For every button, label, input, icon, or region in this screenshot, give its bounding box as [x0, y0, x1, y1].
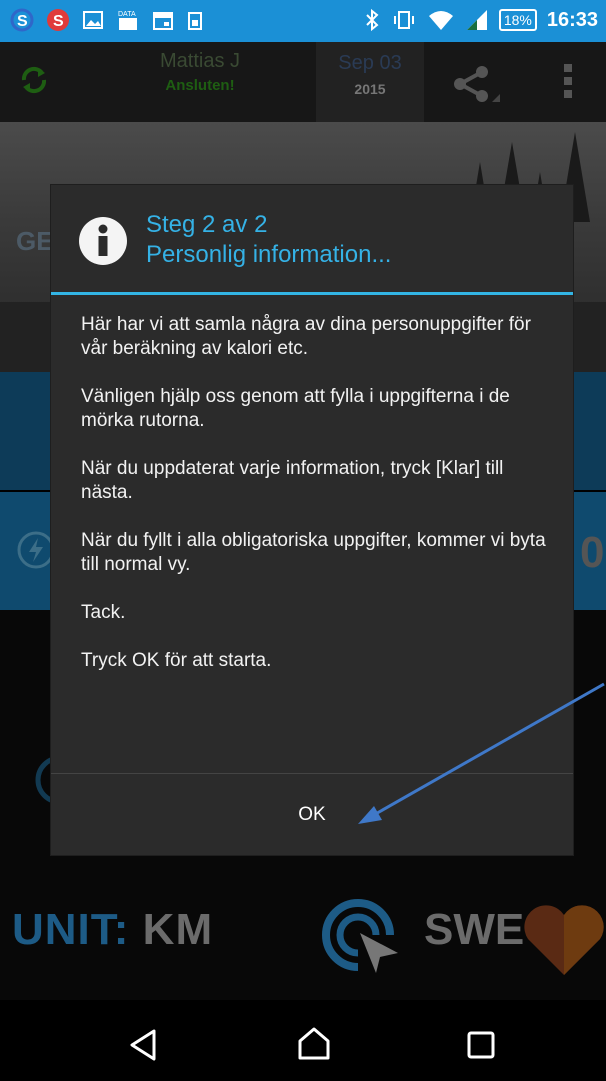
svg-text:S: S — [17, 13, 28, 30]
battery-indicator: 18% — [498, 9, 537, 31]
status-time: 16:33 — [546, 8, 598, 31]
app-s-red-icon: S — [47, 9, 69, 31]
navigation-bar — [0, 1000, 606, 1081]
background-partial-digit: 0 — [580, 528, 605, 577]
dialog-paragraph: När du uppdaterat varje information, try… — [81, 458, 504, 503]
sim-icon — [188, 12, 202, 30]
dialog-paragraph: När du fyllt i alla obligatoriska uppgif… — [81, 530, 546, 575]
status-icons: 18% 16:33 — [363, 8, 598, 32]
bluetooth-icon — [366, 8, 379, 32]
date-year: 2015 — [354, 81, 386, 97]
connection-status: Ansluten! — [165, 77, 235, 94]
unit-value: KM — [142, 905, 214, 954]
back-icon[interactable] — [128, 1028, 158, 1062]
share-icon[interactable] — [452, 64, 502, 104]
dialog-step: Steg 2 av 2 — [146, 211, 268, 238]
date-month-day: Sep 03 — [338, 52, 402, 74]
dialog-paragraph: Här har vi att samla några av dina perso… — [81, 314, 531, 359]
signal-icon — [466, 10, 487, 30]
overflow-menu-icon[interactable] — [562, 62, 574, 102]
onboarding-dialog: Steg 2 av 2 Personlig information... Här… — [51, 185, 573, 855]
sync-icon[interactable] — [18, 64, 50, 96]
ok-button[interactable]: OK — [51, 774, 573, 855]
bottom-info-row: UNIT: KM SWE — [0, 899, 606, 977]
wifi-icon — [428, 11, 453, 30]
user-name: Mattias J — [159, 50, 241, 72]
vibrate-icon — [393, 11, 414, 29]
country-label[interactable]: SWE — [424, 905, 524, 955]
background-partial-label: GE — [16, 226, 54, 256]
energy-icon — [17, 531, 55, 569]
date-display[interactable]: Sep 03 2015 — [316, 52, 424, 97]
data-usage-icon: DATA — [118, 11, 137, 30]
recents-icon[interactable] — [466, 1030, 496, 1060]
svg-text:DATA: DATA — [118, 11, 136, 18]
notification-icons: S S DATA — [10, 8, 204, 32]
app-s-icon: S — [10, 8, 34, 32]
image-icon — [83, 11, 103, 29]
dialog-heading: Personlig information... — [146, 241, 392, 268]
app-header: Mattias J Ansluten! Sep 03 2015 — [0, 42, 606, 122]
calendar-icon — [153, 12, 173, 30]
user-info: Mattias J Ansluten! — [110, 50, 290, 94]
home-icon[interactable] — [296, 1026, 332, 1062]
unit-label: UNIT: — [12, 905, 130, 954]
location-target-icon[interactable] — [318, 897, 408, 977]
dialog-divider — [51, 292, 573, 295]
dialog-paragraph: Tack. — [81, 602, 126, 623]
dialog-title: Steg 2 av 2 Personlig information... — [146, 210, 391, 270]
dialog-message: Här har vi att samla några av dina perso… — [81, 313, 551, 697]
status-bar: S S DATA 18% 16:33 — [0, 0, 606, 42]
info-icon — [79, 217, 127, 265]
unit-display[interactable]: UNIT: KM — [12, 905, 213, 955]
svg-text:S: S — [53, 13, 64, 30]
heart-icon[interactable] — [522, 903, 606, 977]
dialog-paragraph: Tryck OK för att starta. — [81, 650, 272, 671]
dialog-paragraph: Vänligen hjälp oss genom att fylla i upp… — [81, 386, 510, 431]
